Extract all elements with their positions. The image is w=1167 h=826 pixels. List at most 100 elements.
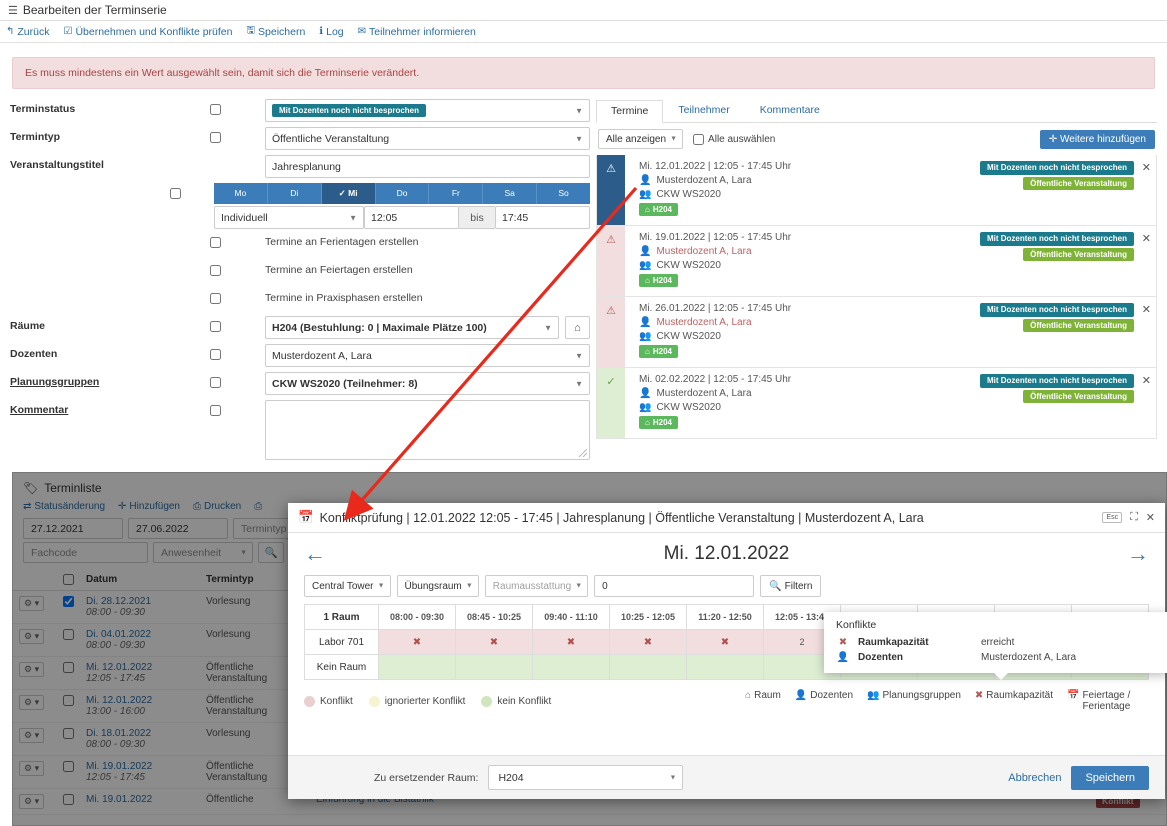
- status-change-button[interactable]: ⇄ Statusänderung: [23, 501, 105, 512]
- expand-icon[interactable]: ⛶: [1130, 511, 1138, 524]
- checkbox-feiertage[interactable]: [210, 264, 221, 276]
- filter-date-from[interactable]: 27.12.2021: [23, 518, 123, 539]
- row-date[interactable]: Mi. 12.01.2022: [86, 695, 194, 706]
- row-date[interactable]: Mi. 19.01.2022: [86, 761, 194, 772]
- row-checkbox[interactable]: [63, 662, 74, 674]
- row-date[interactable]: Di. 18.01.2022: [86, 728, 194, 739]
- row-actions-gear-icon[interactable]: ⚙ ▾: [19, 596, 45, 612]
- select-recurrence[interactable]: Individuell ▼: [214, 206, 364, 229]
- input-time-from[interactable]: 12:05: [364, 206, 459, 229]
- select-dozenten[interactable]: Musterdozent A, Lara ▼: [265, 344, 590, 367]
- select-raeume[interactable]: H204 (Bestuhlung: 0 | Maximale Plätze 10…: [265, 316, 559, 339]
- row-checkbox[interactable]: [63, 728, 74, 740]
- checkbox-planungsgruppen[interactable]: [210, 376, 221, 388]
- weekday-sa[interactable]: Sa: [483, 183, 538, 204]
- grid-cell[interactable]: ✖: [686, 629, 764, 655]
- select-planungsgruppen[interactable]: CKW WS2020 (Teilnehmer: 8) ▼: [265, 372, 590, 395]
- select-all-rows-checkbox[interactable]: [63, 574, 74, 585]
- tab-termine[interactable]: Termine: [596, 100, 664, 123]
- toolbar-log-button[interactable]: ℹ Log: [319, 26, 343, 38]
- arrow-left-icon[interactable]: ←: [304, 543, 326, 565]
- filter-fachcode-input[interactable]: Fachcode: [23, 542, 148, 563]
- search-button[interactable]: 🔍: [258, 542, 284, 563]
- row-actions-gear-icon[interactable]: ⚙ ▾: [19, 629, 45, 645]
- remove-appointment-icon[interactable]: ✕: [1142, 303, 1151, 316]
- tab-teilnehmer[interactable]: Teilnehmer: [663, 99, 744, 122]
- weekday-mi[interactable]: ✓ Mi: [321, 183, 376, 204]
- checkbox-terminstatus[interactable]: [210, 103, 221, 115]
- weekday-do[interactable]: Do: [375, 183, 430, 204]
- add-button[interactable]: ✛ Hinzufügen: [118, 501, 180, 512]
- cancel-button[interactable]: Abbrechen: [1008, 772, 1061, 784]
- weekday-fr[interactable]: Fr: [429, 183, 484, 204]
- row-actions-gear-icon[interactable]: ⚙ ▾: [19, 695, 45, 711]
- toolbar-save-button[interactable]: 🖫 Speichern: [246, 23, 305, 40]
- row-checkbox[interactable]: [63, 629, 74, 641]
- esc-badge[interactable]: Esc: [1102, 512, 1123, 523]
- appointment-row[interactable]: ⚠ Mi. 19.01.2022 | 12:05 - 17:45 Uhr 👤 Mu…: [596, 226, 1157, 297]
- grid-cell[interactable]: ✖: [455, 629, 533, 655]
- remove-appointment-icon[interactable]: ✕: [1142, 161, 1151, 174]
- remove-appointment-icon[interactable]: ✕: [1142, 232, 1151, 245]
- toolbar-apply-check-button[interactable]: ☑ Übernehmen und Konflikte prüfen: [63, 26, 232, 38]
- grid-cell[interactable]: [686, 654, 764, 680]
- select-all-checkbox-wrap[interactable]: Alle auswählen: [693, 133, 775, 145]
- appointment-row[interactable]: ⚠ Mi. 26.01.2022 | 12:05 - 17:45 Uhr 👤 Mu…: [596, 297, 1157, 368]
- grid-cell[interactable]: [532, 654, 610, 680]
- toolbar-back-button[interactable]: ↰ Zurück: [6, 26, 49, 38]
- close-icon[interactable]: ✕: [1146, 511, 1155, 524]
- weekday-di[interactable]: Di: [267, 183, 322, 204]
- weekday-so[interactable]: So: [537, 183, 591, 204]
- grid-cell[interactable]: [378, 654, 456, 680]
- filter-building-select[interactable]: Central Tower ▼: [304, 575, 391, 597]
- row-date[interactable]: Mi. 12.01.2022: [86, 662, 194, 673]
- grid-cell[interactable]: [609, 654, 687, 680]
- grid-cell[interactable]: ✖: [378, 629, 456, 655]
- arrow-right-icon[interactable]: →: [1127, 543, 1149, 565]
- filter-show-all-select[interactable]: Alle anzeigen ▼: [598, 129, 684, 149]
- checkbox-recurrence[interactable]: [170, 187, 181, 199]
- appointment-row[interactable]: ⚠ Mi. 12.01.2022 | 12:05 - 17:45 Uhr 👤 Mu…: [596, 155, 1157, 226]
- filter-date-to[interactable]: 27.06.2022: [128, 518, 228, 539]
- checkbox-dozenten[interactable]: [210, 348, 221, 360]
- row-actions-gear-icon[interactable]: ⚙ ▾: [19, 662, 45, 678]
- filter-apply-button[interactable]: 🔍 Filtern: [760, 575, 822, 597]
- weekday-mo[interactable]: Mo: [214, 183, 268, 204]
- checkbox-kommentar[interactable]: [210, 404, 221, 416]
- filter-anwesenheit[interactable]: Anwesenheit ▼: [153, 542, 253, 563]
- row-actions-gear-icon[interactable]: ⚙ ▾: [19, 761, 45, 777]
- grid-cell[interactable]: ✖: [609, 629, 687, 655]
- select-termintyp[interactable]: Öffentliche Veranstaltung ▼: [265, 127, 590, 150]
- checkbox-raeume[interactable]: [210, 320, 221, 332]
- filter-equipment-select[interactable]: Raumausstattung ▼: [484, 575, 589, 597]
- checkbox-praxisphasen[interactable]: [210, 292, 221, 304]
- row-checkbox[interactable]: [63, 761, 74, 773]
- row-actions-gear-icon[interactable]: ⚙ ▾: [19, 728, 45, 744]
- input-veranstaltungstitel[interactable]: Jahresplanung: [265, 155, 590, 178]
- filter-roomtype-select[interactable]: Übungsraum ▼: [396, 575, 479, 597]
- print-secondary-button[interactable]: ⎙: [254, 501, 265, 512]
- add-more-button[interactable]: ✛ Weitere hinzufügen: [1039, 129, 1155, 149]
- checkbox-termintyp[interactable]: [210, 131, 221, 143]
- row-checkbox[interactable]: [63, 794, 74, 806]
- row-date[interactable]: Di. 04.01.2022: [86, 629, 194, 640]
- tab-kommentare[interactable]: Kommentare: [745, 99, 835, 122]
- grid-cell[interactable]: [455, 654, 533, 680]
- save-button[interactable]: Speichern: [1071, 765, 1149, 790]
- toolbar-inform-participants-button[interactable]: ✉ Teilnehmer informieren: [358, 26, 476, 38]
- select-all-checkbox[interactable]: [693, 133, 705, 145]
- row-date[interactable]: Di. 28.12.2021: [86, 596, 194, 607]
- select-terminstatus[interactable]: Mit Dozenten noch nicht besprochen ▼: [265, 99, 590, 122]
- row-checkbox[interactable]: [63, 695, 74, 707]
- room-picker-button[interactable]: ⌂: [565, 316, 590, 339]
- remove-appointment-icon[interactable]: ✕: [1142, 374, 1151, 387]
- grid-cell[interactable]: ✖: [532, 629, 610, 655]
- input-time-to[interactable]: 17:45: [495, 206, 590, 229]
- checkbox-ferientage[interactable]: [210, 236, 221, 248]
- row-date[interactable]: Mi. 19.01.2022: [86, 794, 194, 805]
- print-button[interactable]: ⎙ Drucken: [193, 501, 241, 512]
- appointment-row[interactable]: ✓ Mi. 02.02.2022 | 12:05 - 17:45 Uhr 👤 Mu…: [596, 368, 1157, 439]
- row-actions-gear-icon[interactable]: ⚙ ▾: [19, 794, 45, 810]
- replace-room-select[interactable]: H204 ▼: [488, 765, 684, 790]
- row-checkbox[interactable]: [63, 596, 74, 608]
